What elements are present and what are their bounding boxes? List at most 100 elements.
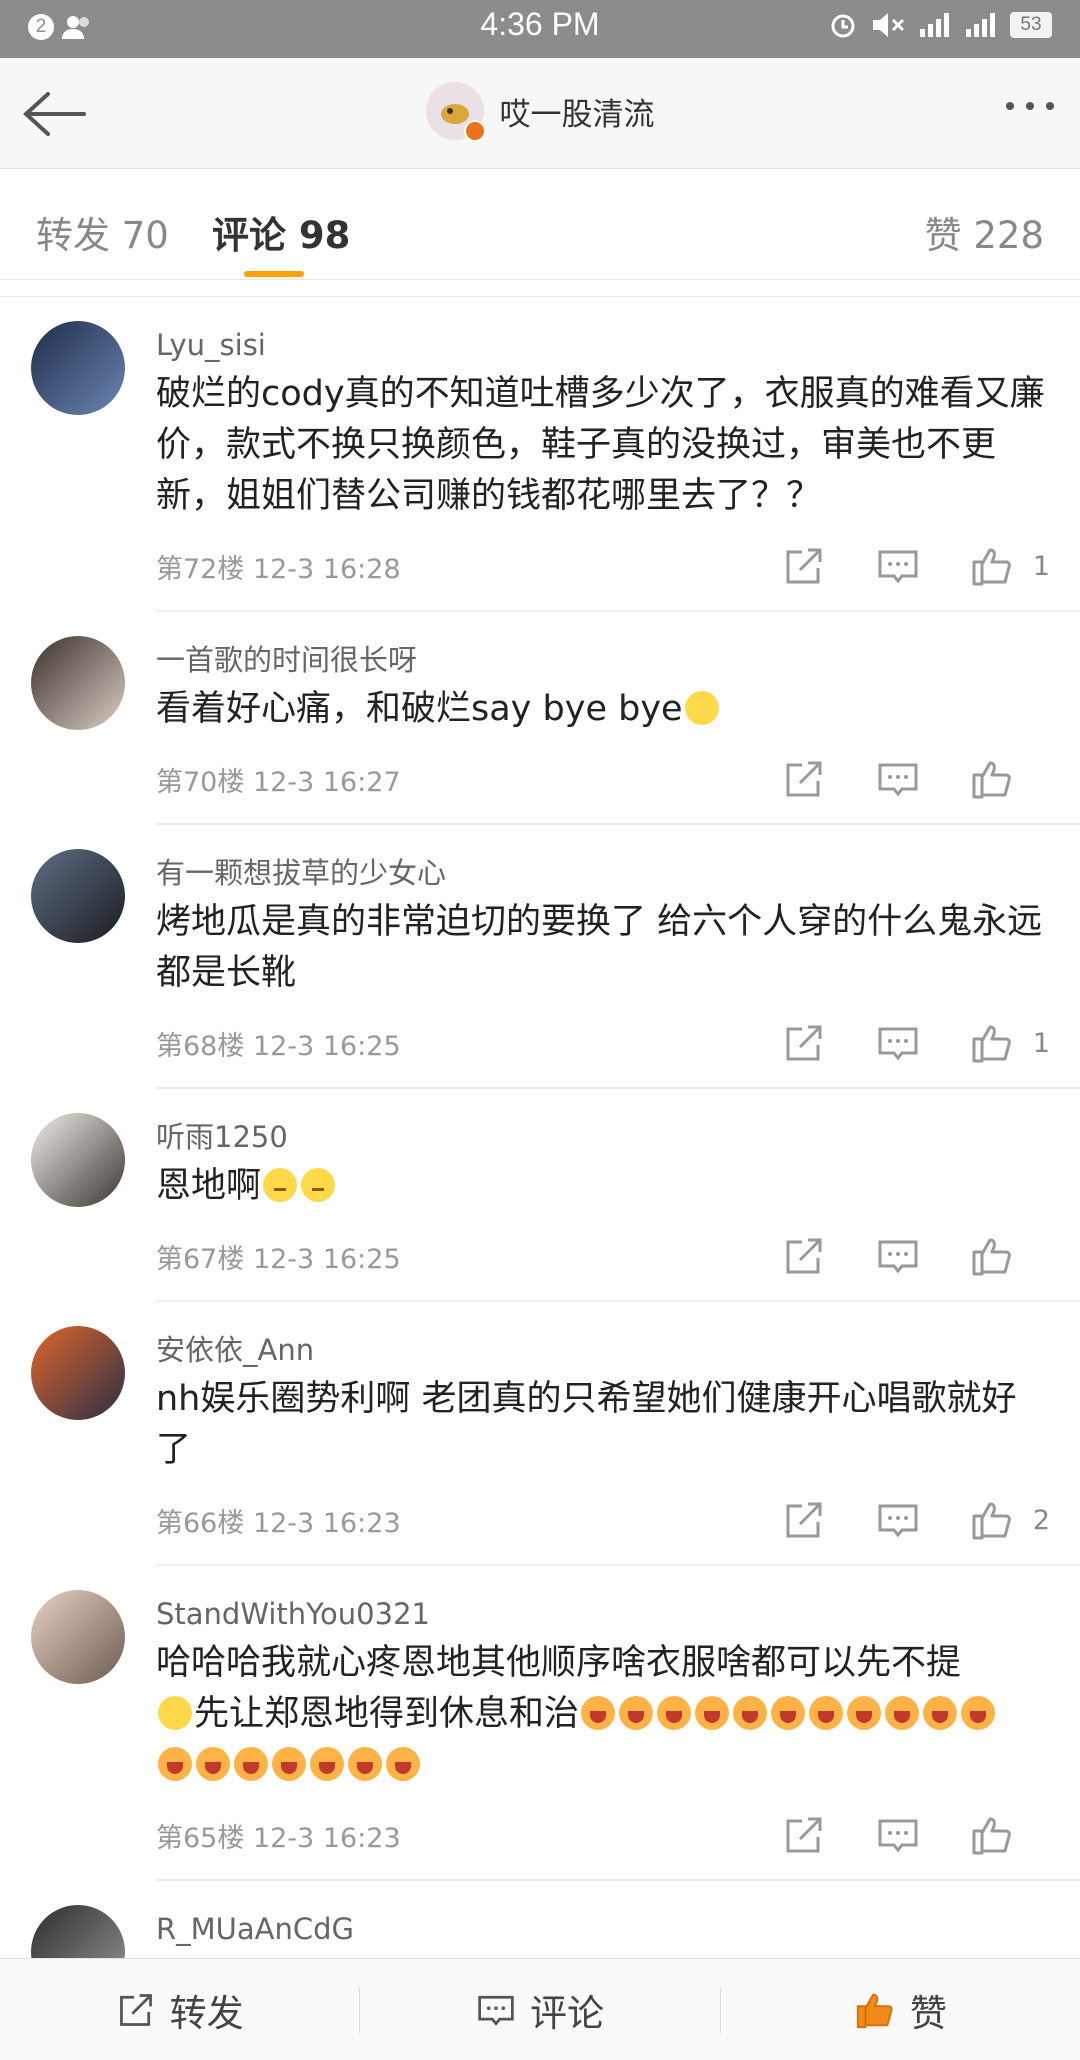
comment-icon[interactable] (876, 1234, 920, 1278)
thinking-emoji-icon (684, 691, 719, 725)
user-avatar[interactable] (31, 849, 125, 943)
comment-text: 恩地啊 (156, 1161, 1050, 1212)
like-icon[interactable] (970, 1498, 1014, 1542)
comment-item: 一首歌的时间很长呀 看着好心痛，和破烂say bye bye 第70楼 12-3… (0, 612, 1080, 825)
comment-icon[interactable] (876, 757, 920, 801)
like-icon[interactable] (970, 1021, 1014, 1065)
signal-4g-icon (966, 13, 995, 37)
comment-username[interactable]: 有一颗想拔草的少女心 (156, 853, 1050, 893)
comment-item: StandWithYou0321 哈哈哈我就心疼恩地其他顺序啥衣服啥都可以先不提… (0, 1566, 1080, 1881)
verified-badge-icon (463, 120, 486, 142)
comment-text: nh娱乐圈势利啊 老团真的只希望她们健康开心唱歌就好了 (156, 1379, 1017, 1470)
tab-like[interactable]: 赞 228 (925, 205, 1044, 259)
like-label: 赞 (909, 1991, 947, 2035)
like-button[interactable]: 赞 (721, 1983, 1080, 2037)
comment-item: 有一颗想拔草的少女心 烤地瓜是真的非常迫切的要换了 给六个人穿的什么鬼永远都是长… (0, 825, 1080, 1089)
more-options-icon[interactable] (1006, 102, 1054, 110)
user-avatar[interactable] (31, 1113, 125, 1207)
user-avatar[interactable] (31, 1326, 125, 1420)
crying-emoji-icon (234, 1747, 268, 1781)
share-icon[interactable] (782, 757, 826, 801)
comment-label: 评论 (529, 1991, 604, 2035)
thinking-emoji-icon (158, 1696, 192, 1730)
tab-comment[interactable]: 评论 98 (212, 205, 351, 277)
alarm-icon (831, 14, 855, 38)
comment-icon[interactable] (876, 1813, 920, 1857)
comment-text: 哈哈哈我就心疼恩地其他顺序啥衣服啥都可以先不提 先让郑恩地得到休息和治 (156, 1638, 1050, 1791)
comment-list: Lyu_sisi 破烂的cody真的不知道吐槽多少次了，衣服真的难看又廉价，款式… (0, 297, 1080, 1999)
like-icon[interactable] (970, 544, 1014, 588)
repost-label: 转发 (169, 1991, 244, 2035)
user-avatar[interactable] (31, 321, 125, 415)
crying-emoji-icon (158, 1747, 192, 1781)
like-count: 1 (1032, 1027, 1050, 1059)
comment-text: 看着好心痛，和破烂say bye bye (156, 684, 1050, 735)
author-avatar[interactable] (425, 82, 486, 142)
crying-emoji-icon (733, 1696, 768, 1730)
like-count: 1 (1032, 550, 1050, 582)
crying-emoji-icon (581, 1696, 616, 1730)
comment-icon[interactable] (876, 1498, 920, 1542)
share-icon (119, 1993, 152, 2026)
tab-comment-label: 评论 98 (212, 214, 351, 257)
crying-emoji-icon (847, 1696, 882, 1730)
like-count: 2 (1032, 1504, 1050, 1536)
crying-emoji-icon (196, 1747, 230, 1781)
comment-icon[interactable] (876, 1021, 920, 1065)
tab-repost[interactable]: 转发 70 (36, 205, 169, 259)
comment-username[interactable]: R_MUaAnCdG (156, 1909, 1050, 1949)
comment-text: 破烂的cody真的不知道吐槽多少次了，衣服真的难看又廉价，款式不换只换颜色，鞋子… (156, 374, 1045, 516)
comment-text: 烤地瓜是真的非常迫切的要换了 给六个人穿的什么鬼永远都是长靴 (156, 902, 1043, 993)
crying-emoji-icon (310, 1747, 344, 1781)
comment-button[interactable]: 评论 (360, 1983, 719, 2037)
like-filled-icon (856, 1993, 893, 2028)
like-icon[interactable] (970, 1234, 1014, 1278)
comment-meta: 第66楼 12-3 16:23 (156, 1507, 401, 1539)
status-bar: 2 4:36 PM 53 (0, 0, 1080, 58)
crying-emoji-icon (885, 1696, 920, 1730)
crying-emoji-icon (771, 1696, 806, 1730)
share-icon[interactable] (782, 1234, 826, 1278)
comment-icon[interactable] (876, 544, 920, 588)
crying-emoji-icon (809, 1696, 844, 1730)
share-icon[interactable] (782, 1021, 826, 1065)
awkward-emoji-icon (301, 1168, 336, 1202)
comment-item: Lyu_sisi 破烂的cody真的不知道吐槽多少次了，衣服真的难看又廉价，款式… (0, 297, 1080, 612)
comment-username[interactable]: 一首歌的时间很长呀 (156, 640, 1050, 680)
user-avatar[interactable] (31, 1590, 125, 1684)
crying-emoji-icon (272, 1747, 306, 1781)
crying-emoji-icon (386, 1747, 420, 1781)
comment-username[interactable]: 安依依_Ann (156, 1330, 1050, 1370)
crying-emoji-icon (619, 1696, 654, 1730)
signal-icon (920, 13, 949, 37)
comment-icon (478, 1995, 514, 2026)
crying-emoji-icon (348, 1747, 382, 1781)
comment-meta: 第65楼 12-3 16:23 (156, 1822, 401, 1854)
repost-button[interactable]: 转发 (0, 1983, 359, 2037)
crying-emoji-icon (695, 1696, 730, 1730)
share-icon[interactable] (782, 544, 826, 588)
battery-indicator: 53 (1010, 12, 1052, 38)
bottom-action-bar: 转发 评论 赞 (0, 1958, 1080, 2060)
comment-meta: 第67楼 12-3 16:25 (156, 1243, 401, 1275)
crying-emoji-icon (923, 1696, 958, 1730)
comment-username[interactable]: StandWithYou0321 (156, 1594, 1050, 1634)
like-icon[interactable] (970, 1813, 1014, 1857)
awkward-emoji-icon (263, 1168, 298, 1202)
user-avatar[interactable] (31, 636, 125, 730)
like-icon[interactable] (970, 757, 1014, 801)
tab-bar: 转发 70 评论 98 赞 228 (0, 169, 1080, 280)
top-nav: 哎一股清流 (0, 58, 1080, 169)
share-icon[interactable] (782, 1813, 826, 1857)
comment-meta: 第72楼 12-3 16:28 (156, 553, 401, 585)
comment-username[interactable]: 听雨1250 (156, 1117, 1050, 1157)
author-name[interactable]: 哎一股清流 (500, 89, 655, 134)
comment-meta: 第70楼 12-3 16:27 (156, 766, 401, 798)
comment-item: R_MUaAnCdG (0, 1881, 1080, 1999)
share-icon[interactable] (782, 1498, 826, 1542)
crying-emoji-icon (961, 1696, 996, 1730)
comment-item: 安依依_Ann nh娱乐圈势利啊 老团真的只希望她们健康开心唱歌就好了 第66楼… (0, 1302, 1080, 1566)
comment-username[interactable]: Lyu_sisi (156, 325, 1050, 365)
comment-meta: 第68楼 12-3 16:25 (156, 1030, 401, 1062)
comment-item: 听雨1250 恩地啊 第67楼 12-3 16:25 (0, 1089, 1080, 1302)
